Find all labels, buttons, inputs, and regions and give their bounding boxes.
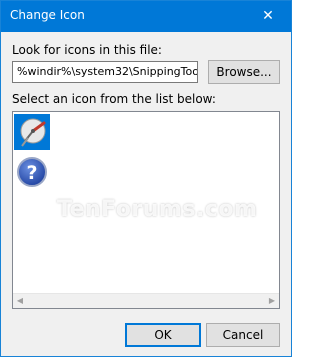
close-button[interactable]: ✕ [245, 1, 291, 32]
browse-button[interactable]: Browse... [208, 60, 280, 84]
horizontal-scrollbar[interactable]: ◀ ▶ [13, 293, 279, 308]
change-icon-dialog: Change Icon ✕ Look for icons in this fil… [0, 0, 292, 357]
icon-file-value: %windir%\system32\SnippingTool.exe [17, 65, 198, 78]
ok-button[interactable]: OK [125, 323, 201, 347]
list-item[interactable] [14, 114, 50, 150]
svg-text:?: ? [26, 162, 37, 184]
icon-list-label: Select an icon from the list below: [12, 92, 216, 106]
title-bar[interactable]: Change Icon ✕ [1, 1, 291, 32]
scroll-left-icon[interactable]: ◀ [13, 294, 27, 308]
cancel-button[interactable]: Cancel [206, 323, 280, 347]
scroll-right-icon[interactable]: ▶ [265, 294, 279, 308]
snipping-tool-icon [20, 118, 46, 147]
file-label: Look for icons in this file: [12, 43, 162, 57]
list-item[interactable]: ? [14, 154, 50, 190]
window-title: Change Icon [10, 8, 85, 22]
icon-file-input[interactable]: %windir%\system32\SnippingTool.exe [12, 61, 198, 83]
help-question-icon: ? [17, 157, 47, 187]
watermark: TenForums.com [57, 197, 258, 222]
